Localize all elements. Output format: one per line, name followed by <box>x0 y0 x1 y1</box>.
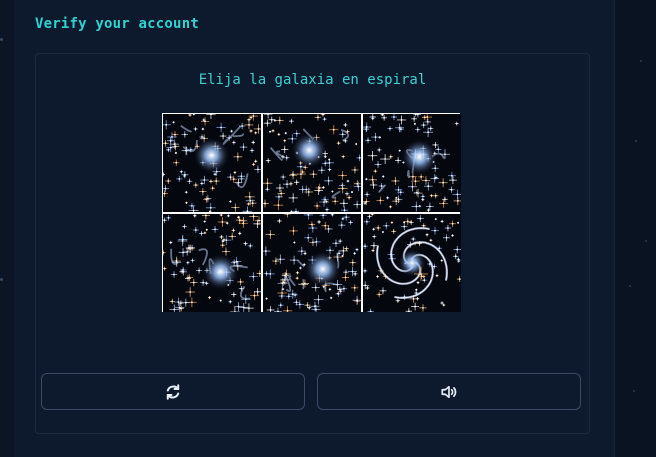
page-title: Verify your account <box>35 16 199 32</box>
captcha-card: Elija la galaxia en espiral <box>35 53 590 434</box>
galaxy-image <box>263 114 361 212</box>
left-strip <box>0 0 14 457</box>
galaxy-image <box>163 214 261 312</box>
audio-challenge-button[interactable] <box>317 373 581 410</box>
right-strip <box>615 0 656 457</box>
refresh-button[interactable] <box>41 373 305 410</box>
captcha-image-grid <box>162 113 461 312</box>
left-strip-dot <box>0 278 3 281</box>
captcha-tile-3[interactable] <box>363 114 461 212</box>
captcha-tile-1[interactable] <box>163 114 261 212</box>
captcha-tile-4[interactable] <box>163 214 261 312</box>
verification-panel: Verify your account Elija la galaxia en … <box>14 0 615 457</box>
galaxy-image <box>163 114 261 212</box>
captcha-tile-5[interactable] <box>263 214 361 312</box>
captcha-prompt: Elija la galaxia en espiral <box>198 72 427 88</box>
background-star <box>633 390 635 392</box>
captcha-tile-6[interactable] <box>363 214 461 312</box>
galaxy-image <box>363 214 461 312</box>
speaker-icon <box>441 385 457 398</box>
background-star <box>640 60 642 62</box>
background-star <box>635 140 637 142</box>
captcha-tile-2[interactable] <box>263 114 361 212</box>
refresh-icon <box>166 383 180 400</box>
background-star <box>645 240 647 242</box>
galaxy-image <box>363 114 461 212</box>
galaxy-image <box>263 214 361 312</box>
left-strip-dot <box>0 38 3 41</box>
background-star <box>629 285 631 287</box>
